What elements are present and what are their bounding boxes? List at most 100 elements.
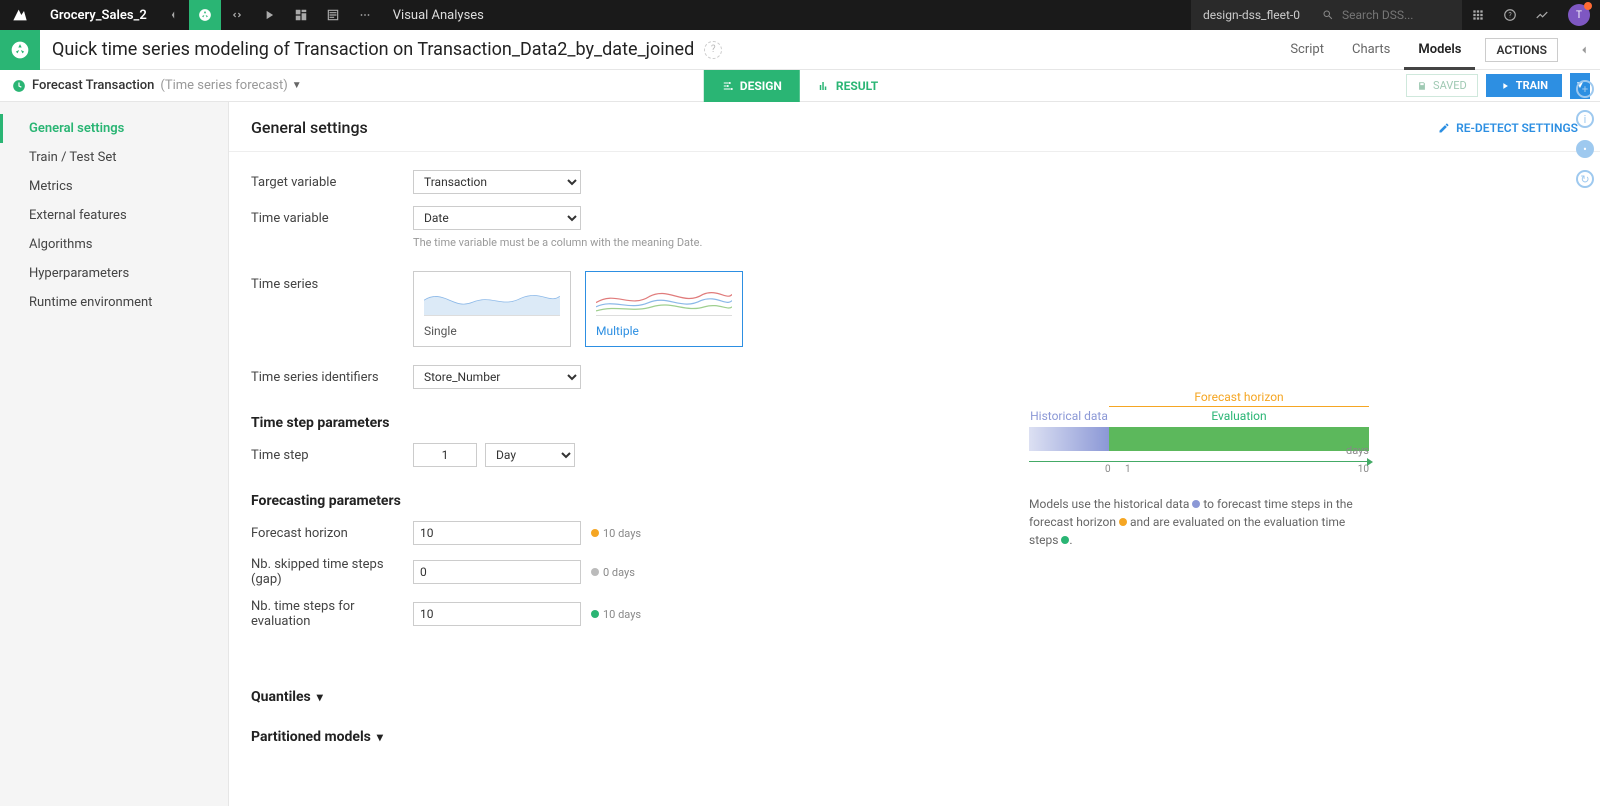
input-eval: [413, 602, 581, 626]
rail-add-icon[interactable]: +: [1576, 80, 1594, 98]
task-name[interactable]: Forecast Transaction: [32, 78, 154, 93]
result-tab[interactable]: RESULT: [800, 70, 896, 102]
nav-metrics[interactable]: Metrics: [0, 172, 228, 201]
label-time: Time variable: [251, 211, 413, 226]
play-icon: [1500, 81, 1510, 91]
series-single-label: Single: [424, 324, 560, 338]
train-button[interactable]: TRAIN: [1486, 74, 1562, 97]
horizon-hint: 10 days: [603, 527, 641, 540]
app-logo[interactable]: [0, 7, 40, 23]
collapse-right-icon[interactable]: [1568, 43, 1600, 57]
select-identifiers[interactable]: Store_Number: [413, 365, 581, 389]
svg-text:?: ?: [1508, 11, 1512, 19]
nav-train-test[interactable]: Train / Test Set: [0, 143, 228, 172]
viz-evaluation-bar: [1109, 427, 1369, 451]
chevron-down-icon: ▾: [377, 730, 383, 744]
chart-icon: [818, 80, 830, 92]
rail-history-icon[interactable]: ↻: [1576, 170, 1594, 188]
side-nav: General settings Train / Test Set Metric…: [0, 102, 228, 806]
play-icon[interactable]: [253, 0, 285, 30]
viz-historical-label: Historical data: [1029, 409, 1109, 423]
sub-header: Forecast Transaction (Time series foreca…: [0, 70, 1600, 102]
quantiles-toggle[interactable]: Quantiles▾: [251, 689, 1578, 705]
search-input[interactable]: [1342, 8, 1442, 22]
flow-icon[interactable]: [157, 0, 189, 30]
input-gap[interactable]: [413, 560, 581, 584]
viz-description: Models use the historical data to foreca…: [1029, 495, 1369, 549]
right-rail: + i • ↻: [1570, 70, 1600, 188]
activity-icon[interactable]: [1526, 0, 1558, 30]
label-eval: Nb. time steps for evaluation: [251, 599, 413, 629]
section-timestep: Time step parameters: [251, 415, 1578, 431]
task-dropdown-icon[interactable]: ▼: [292, 80, 302, 91]
user-avatar[interactable]: T: [1568, 4, 1590, 26]
series-single-card[interactable]: Single: [413, 271, 571, 347]
input-horizon[interactable]: [413, 521, 581, 545]
dot-green-icon: [591, 610, 599, 618]
code-icon[interactable]: [221, 0, 253, 30]
viz-forecast-horizon: Forecast horizon: [1109, 390, 1369, 407]
eval-hint: 10 days: [603, 608, 641, 621]
pencil-icon: [1438, 122, 1450, 134]
help-icon[interactable]: ?: [1494, 0, 1526, 30]
label-series: Time series: [251, 271, 413, 292]
select-time[interactable]: Date: [413, 206, 581, 230]
time-help: The time variable must be a column with …: [413, 236, 702, 249]
nav-hyperparameters[interactable]: Hyperparameters: [0, 259, 228, 288]
analysis-icon[interactable]: [0, 30, 40, 70]
instance-label[interactable]: design-dss_fleet-0: [1191, 0, 1312, 30]
save-icon: [1417, 81, 1427, 91]
viz-axis: days 0 1 10: [1029, 461, 1369, 481]
sliders-icon: [722, 80, 734, 92]
apps-icon[interactable]: [1462, 0, 1494, 30]
label-identifiers: Time series identifiers: [251, 370, 413, 385]
page-title: Quick time series modeling of Transactio…: [40, 39, 694, 60]
redetect-button[interactable]: RE-DETECT SETTINGS: [1438, 121, 1578, 135]
series-multiple-label: Multiple: [596, 324, 732, 338]
search-box[interactable]: [1312, 0, 1462, 30]
select-timestep-unit[interactable]: Day: [485, 443, 575, 467]
nav-runtime-env[interactable]: Runtime environment: [0, 288, 228, 317]
label-target: Target variable: [251, 175, 413, 190]
wiki-icon[interactable]: [317, 0, 349, 30]
label-gap: Nb. skipped time steps (gap): [251, 557, 413, 587]
chevron-down-icon: ▾: [317, 690, 323, 704]
label-horizon: Forecast horizon: [251, 526, 413, 541]
dot-grey-icon: [591, 568, 599, 576]
lab-icon[interactable]: [189, 0, 221, 30]
viz-evaluation-label: Evaluation: [1109, 409, 1369, 423]
dashboard-icon[interactable]: [285, 0, 317, 30]
breadcrumb[interactable]: Visual Analyses: [381, 8, 496, 23]
tab-charts[interactable]: Charts: [1338, 30, 1404, 70]
nav-general-settings[interactable]: General settings: [0, 114, 228, 143]
gap-hint: 0 days: [603, 566, 635, 579]
task-icon: [12, 79, 26, 93]
dot-orange-icon: [591, 529, 599, 537]
section-forecast: Forecasting parameters: [251, 493, 1578, 509]
label-timestep: Time step: [251, 448, 413, 463]
top-bar: Grocery_Sales_2 Visual Analyses design-d…: [0, 0, 1600, 30]
nav-external-features[interactable]: External features: [0, 201, 228, 230]
section-heading: General settings: [251, 118, 368, 137]
search-icon: [1322, 9, 1334, 21]
rail-info-icon[interactable]: i: [1576, 110, 1594, 128]
saved-indicator: SAVED: [1406, 74, 1478, 97]
actions-button[interactable]: ACTIONS: [1485, 38, 1558, 62]
select-target[interactable]: Transaction: [413, 170, 581, 194]
title-bar: Quick time series modeling of Transactio…: [0, 30, 1600, 70]
partitioned-toggle[interactable]: Partitioned models▾: [251, 729, 1578, 745]
tab-models[interactable]: Models: [1404, 30, 1475, 70]
task-type: (Time series forecast): [160, 78, 287, 93]
series-multiple-card[interactable]: Multiple: [585, 271, 743, 347]
rail-chat-icon[interactable]: •: [1576, 140, 1594, 158]
nav-algorithms[interactable]: Algorithms: [0, 230, 228, 259]
main-panel: General settings RE-DETECT SETTINGS Targ…: [228, 102, 1600, 806]
more-icon[interactable]: [349, 0, 381, 30]
tab-script[interactable]: Script: [1276, 30, 1338, 70]
input-timestep[interactable]: [413, 443, 477, 467]
title-info-icon[interactable]: ?: [704, 41, 722, 59]
design-tab[interactable]: DESIGN: [704, 70, 800, 102]
forecast-diagram: Forecast horizon Historical data Evaluat…: [1029, 390, 1369, 549]
viz-historical-bar: [1029, 427, 1109, 451]
project-name[interactable]: Grocery_Sales_2: [40, 8, 157, 23]
